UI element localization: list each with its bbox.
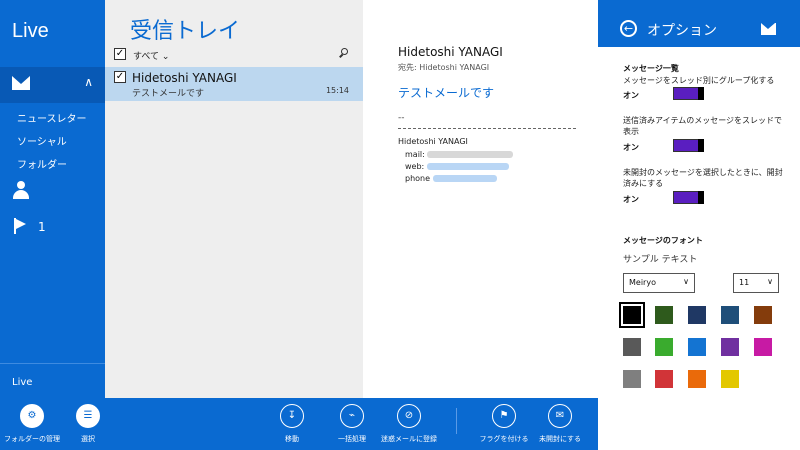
reading-pane: Hidetoshi YANAGI 宛先: Hidetoshi YANAGI テス… xyxy=(363,0,598,398)
setting-state-mark-read: オン xyxy=(623,195,639,204)
signature-web: web: xyxy=(405,162,509,171)
color-swatch[interactable] xyxy=(754,306,772,324)
font-family-select[interactable]: Meiryo ∨ xyxy=(623,273,695,293)
reader-subject: テストメールです xyxy=(398,86,495,100)
app-title: Live xyxy=(12,20,49,42)
signature-phone: phone xyxy=(405,174,497,183)
mail-icon xyxy=(761,23,776,35)
mail-icon xyxy=(12,76,30,90)
options-header: ← オプション xyxy=(598,0,800,47)
font-family-value: Meiryo xyxy=(629,278,656,287)
move-icon: ↧ xyxy=(280,404,304,428)
setting-label-sent-threads: 送信済みアイテムのメッセージをスレッドで表示 xyxy=(623,116,783,136)
flag-icon[interactable] xyxy=(14,218,28,234)
toggle-group-threads[interactable] xyxy=(673,87,704,100)
color-swatch[interactable] xyxy=(623,370,641,388)
options-title: オプション xyxy=(647,23,717,39)
color-swatch[interactable] xyxy=(721,306,739,324)
broom-icon: ⌁ xyxy=(340,404,364,428)
mark-unread-icon: ✉ xyxy=(548,404,572,428)
signature-web-label: web: xyxy=(405,162,425,171)
section-message-font: メッセージのフォント xyxy=(623,236,703,245)
signature-mail: mail: xyxy=(405,150,514,159)
chevron-up-icon[interactable]: ∧ xyxy=(84,75,93,89)
color-swatch[interactable] xyxy=(655,306,673,324)
people-icon-head xyxy=(17,181,25,189)
filter-dropdown[interactable]: すべて ⌄ xyxy=(133,49,169,62)
reader-from: Hidetoshi YANAGI xyxy=(398,45,503,59)
account-name[interactable]: Live xyxy=(12,377,32,388)
color-swatch[interactable] xyxy=(623,338,641,356)
message-time: 15:14 xyxy=(325,86,349,95)
filter-row: ✓ すべて ⌄ xyxy=(105,44,363,64)
search-icon[interactable] xyxy=(339,48,349,58)
flag-count: 1 xyxy=(38,220,46,234)
color-swatch[interactable] xyxy=(688,370,706,388)
nav-divider xyxy=(0,363,105,364)
folder-newsletter[interactable]: ニュースレター xyxy=(17,110,87,125)
sample-text: サンプル テキスト xyxy=(623,255,698,265)
toggle-knob xyxy=(698,139,704,152)
nav-pane: Live ∧ ニュースレター ソーシャル フォルダー 1 Live xyxy=(0,0,105,398)
blurred-phone[interactable] xyxy=(432,175,497,182)
setting-label-group-threads: メッセージをスレッド別にグループ化する xyxy=(623,76,775,85)
toggle-sent-threads[interactable] xyxy=(673,139,704,152)
mark-unread-label: 未開封にする xyxy=(538,435,582,443)
signature-rule xyxy=(398,128,576,129)
color-swatch[interactable] xyxy=(688,306,706,324)
junk-icon: ⊘ xyxy=(397,404,421,428)
message-subject: テストメールです xyxy=(132,89,205,99)
font-size-value: 11 xyxy=(739,278,750,287)
junk-button[interactable]: ⊘ 迷惑メールに登録 xyxy=(371,404,447,448)
chevron-down-icon: ∨ xyxy=(683,277,689,286)
people-icon[interactable] xyxy=(13,181,29,199)
color-swatch[interactable] xyxy=(655,370,673,388)
select-button[interactable]: ☰ 選択 xyxy=(50,404,126,448)
chevron-down-icon: ∨ xyxy=(767,277,773,286)
flag-icon: ⚑ xyxy=(492,404,516,428)
setting-state-sent-threads: オン xyxy=(623,143,639,152)
signature-name: Hidetoshi YANAGI xyxy=(398,137,468,146)
signature-separator: -- xyxy=(398,113,405,123)
folder-folders[interactable]: フォルダー xyxy=(17,156,67,171)
app-bar: ⚙ フォルダーの管理 ☰ 選択 ↧ 移動 ⌁ 一括処理 ⊘ 迷惑メールに登録 ⚑… xyxy=(0,398,598,450)
color-swatch[interactable] xyxy=(721,338,739,356)
select-label: 選択 xyxy=(81,435,95,443)
message-row[interactable]: ✓ Hidetoshi YANAGI テストメールです 15:14 xyxy=(105,67,363,101)
color-swatch[interactable] xyxy=(619,302,645,328)
color-swatch[interactable] xyxy=(655,338,673,356)
mark-unread-button[interactable]: ✉ 未開封にする xyxy=(522,404,598,448)
options-pane: ← オプション メッセージ一覧 メッセージをスレッド別にグループ化する オン 送… xyxy=(598,0,800,450)
flag-icon-cloth xyxy=(16,219,26,229)
section-message-list: メッセージ一覧 xyxy=(623,64,679,73)
color-swatch[interactable] xyxy=(754,338,772,356)
color-swatch[interactable] xyxy=(688,338,706,356)
toggle-knob xyxy=(698,87,704,100)
signature-phone-label: phone xyxy=(405,174,431,183)
folder-social[interactable]: ソーシャル xyxy=(17,133,67,148)
font-size-select[interactable]: 11 ∨ xyxy=(733,273,779,293)
reader-to: 宛先: Hidetoshi YANAGI xyxy=(398,63,490,72)
blurred-email[interactable] xyxy=(427,151,514,158)
setting-label-mark-read: 未開封のメッセージを選択したときに、開封済みにする xyxy=(623,168,783,188)
toggle-knob xyxy=(698,191,704,204)
message-sender: Hidetoshi YANAGI xyxy=(132,71,237,85)
color-swatch[interactable] xyxy=(721,370,739,388)
blurred-web-link[interactable] xyxy=(426,163,509,170)
folder-gear-icon: ⚙ xyxy=(20,404,44,428)
back-arrow-icon[interactable]: ← xyxy=(620,20,637,37)
select-all-checkbox[interactable]: ✓ xyxy=(114,48,126,60)
junk-label: 迷惑メールに登録 xyxy=(381,435,437,443)
search-icon-handle xyxy=(339,53,343,58)
message-checkbox[interactable]: ✓ xyxy=(114,71,126,83)
signature-mail-label: mail: xyxy=(405,150,425,159)
toggle-mark-read[interactable] xyxy=(673,191,704,204)
app-bar-separator xyxy=(456,408,457,434)
message-list-pane: 受信トレイ ✓ すべて ⌄ ✓ Hidetoshi YANAGI テストメールで… xyxy=(105,0,363,398)
mail-account-row[interactable]: ∧ xyxy=(0,67,105,103)
checklist-icon: ☰ xyxy=(76,404,100,428)
inbox-title: 受信トレイ xyxy=(130,19,241,44)
setting-state-group-threads: オン xyxy=(623,91,639,100)
people-icon-body xyxy=(13,190,29,199)
